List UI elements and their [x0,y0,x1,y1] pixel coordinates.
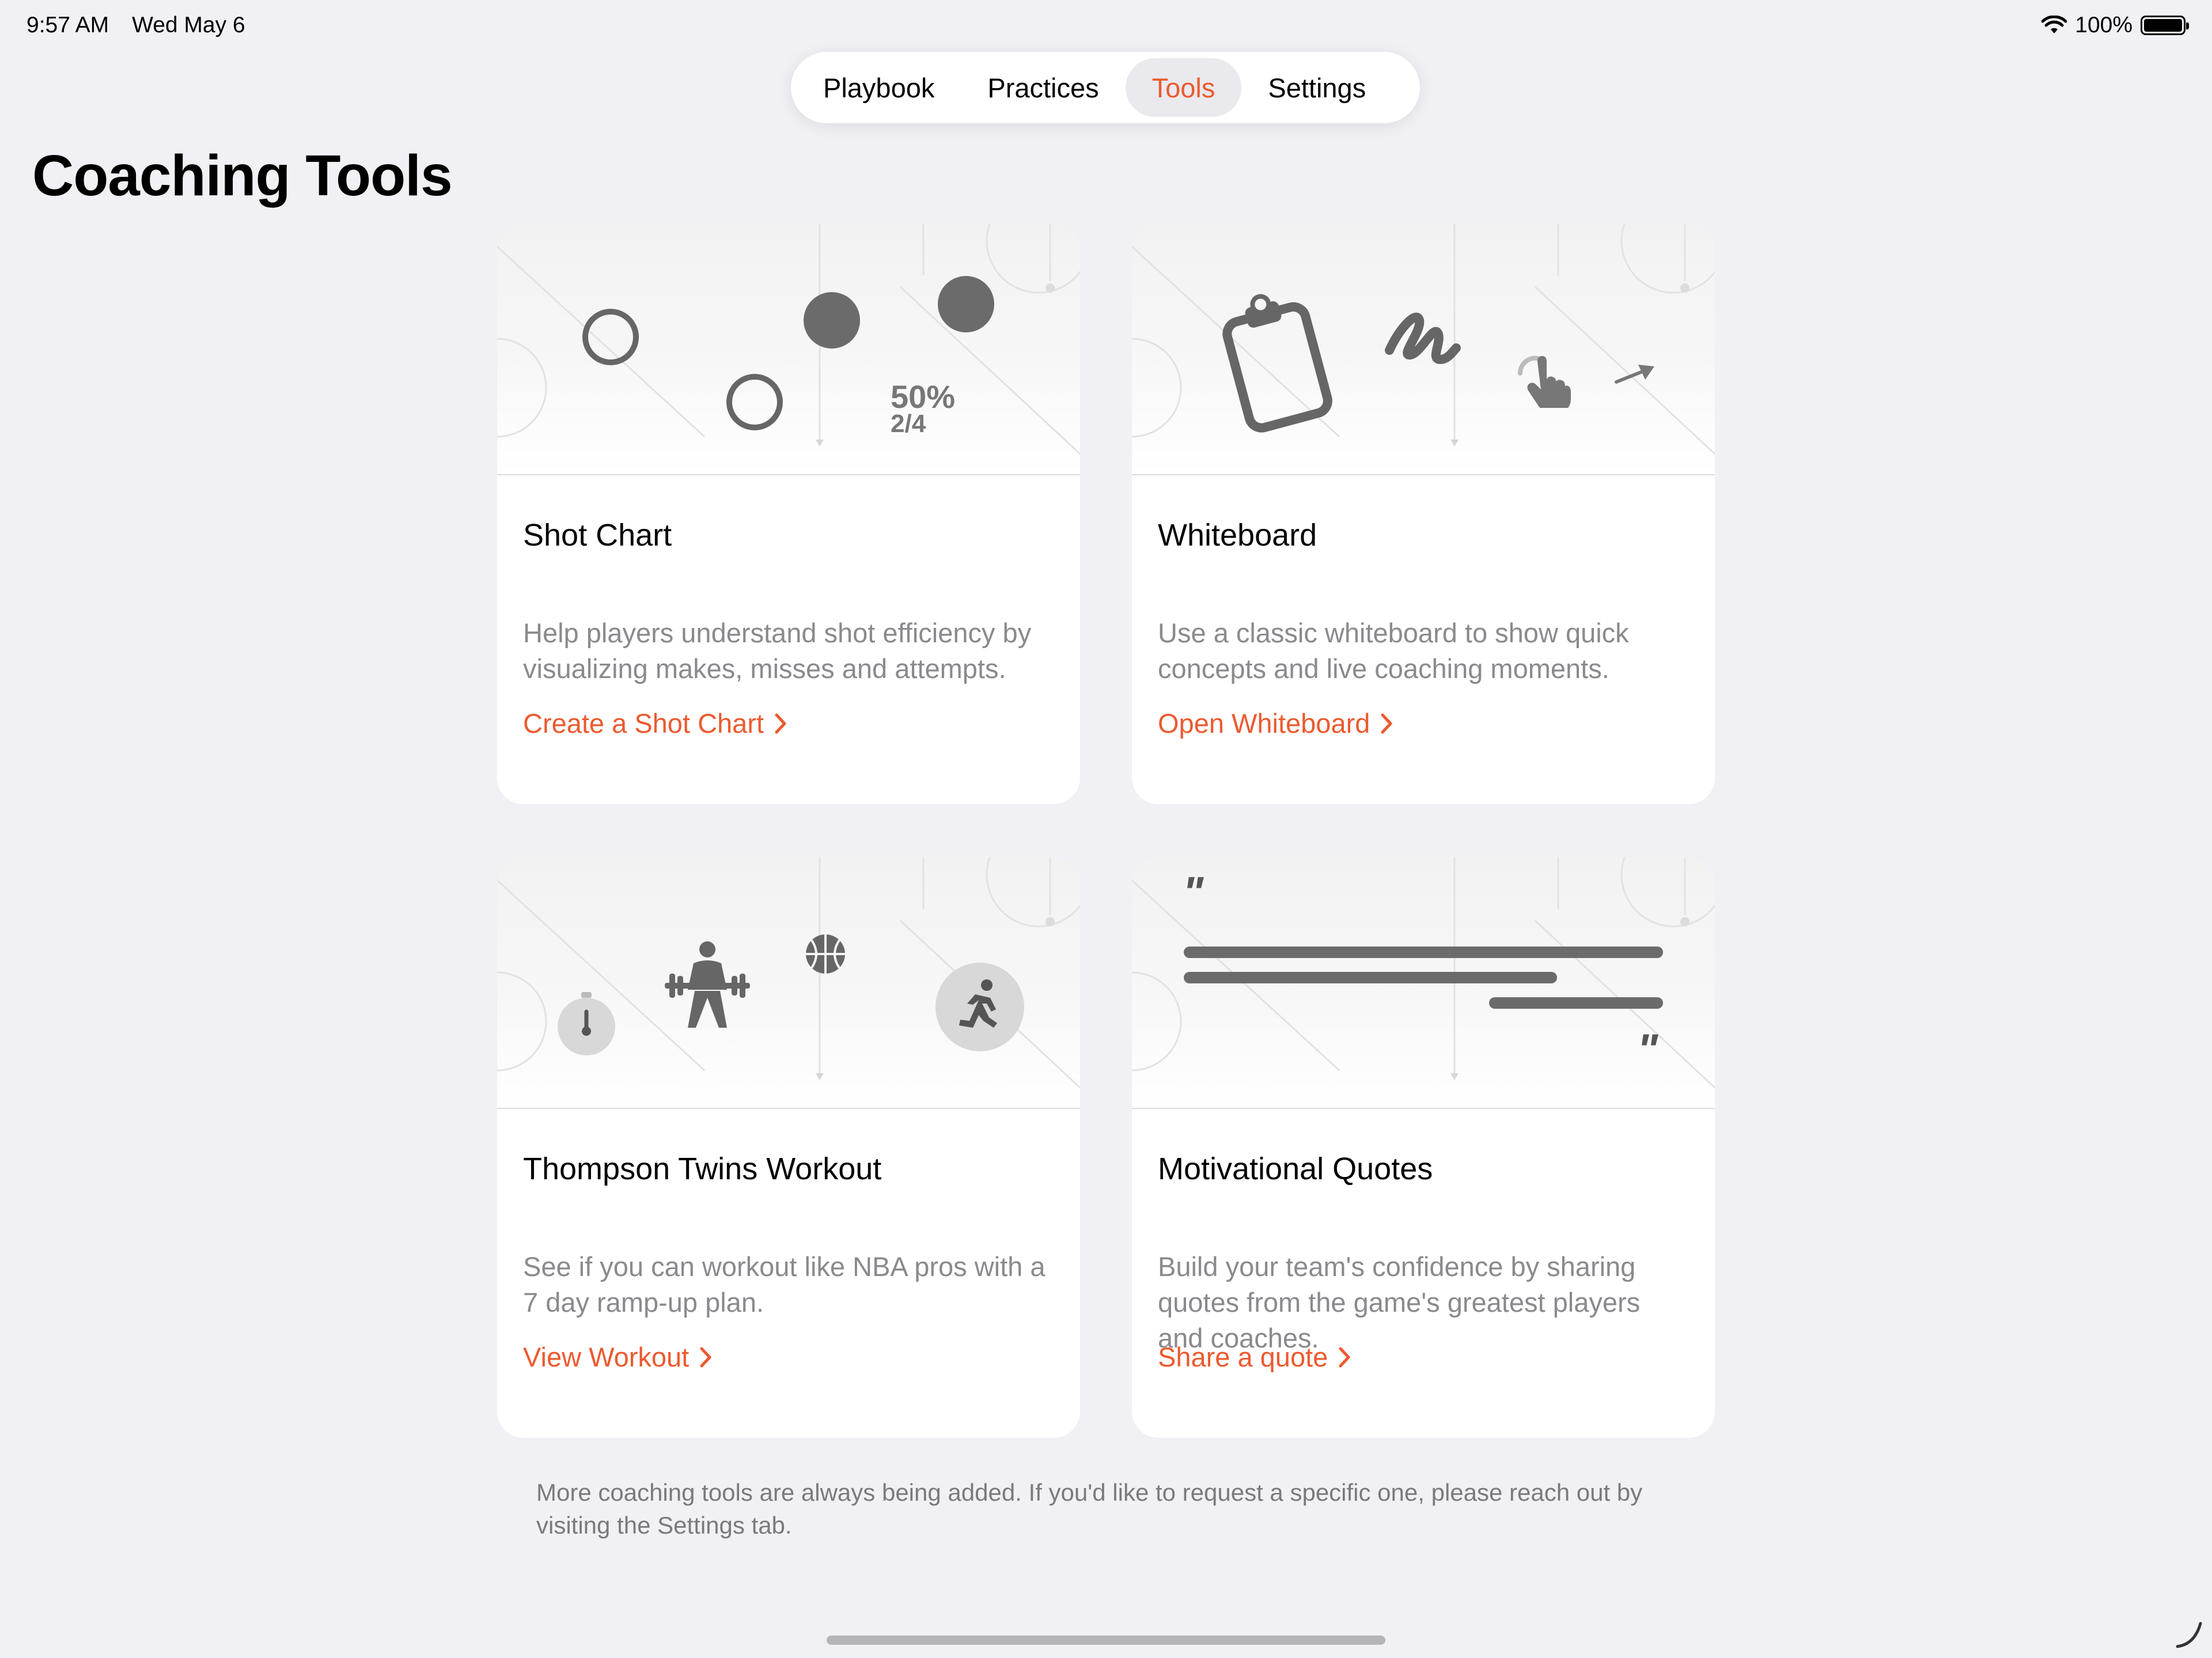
tab-bar: Playbook Practices Tools Settings [791,52,1420,123]
basketball-icon [806,934,845,974]
view-workout-link[interactable]: View Workout [523,1341,712,1373]
quote-lines-icon [1184,947,1663,1009]
chevron-right-icon [775,713,786,733]
status-date: Wed May 6 [132,13,245,37]
card-title: Whiteboard [1158,518,1317,552]
tab-tools[interactable]: Tools [1125,58,1242,117]
tab-playbook[interactable]: Playbook [797,58,961,117]
clipboard-icon [1222,294,1332,433]
card-description: Build your team's confidence by sharing … [1158,1251,1641,1353]
whiteboard-card[interactable]: Whiteboard Use a classic whiteboard to s… [1132,224,1715,804]
status-time: 9:57 AM [26,13,109,37]
card-title: Shot Chart [523,518,672,552]
battery-icon [2141,16,2189,35]
made-shot-icon [938,276,994,332]
workout-card[interactable]: Thompson Twins Workout See if you can wo… [497,857,1080,1438]
chevron-right-icon [1381,713,1392,733]
missed-shot-icon [582,309,639,365]
tab-practices[interactable]: Practices [961,58,1125,117]
arrow-icon [1615,365,1654,384]
made-shot-icon [804,292,860,349]
tap-hand-icon [1517,355,1571,408]
workout-hero [497,857,1080,1109]
battery-percent: 100% [2075,13,2133,37]
card-title: Motivational Quotes [1158,1152,1433,1186]
weightlifter-icon [665,941,750,1028]
card-description: Use a classic whiteboard to show quick c… [1158,618,1629,684]
shot-chart-hero: 50% 2/4 [497,224,1080,475]
link-label: Create a Shot Chart [523,708,764,739]
card-description: See if you can workout like NBA pros wit… [523,1251,1046,1318]
shot-chart-card[interactable]: 50% 2/4 Shot Chart Help players understa… [497,224,1080,804]
chevron-right-icon [1339,1347,1350,1367]
page-title: Coaching Tools [32,143,453,208]
tab-settings[interactable]: Settings [1241,58,1392,117]
status-left: 9:57 AM Wed May 6 [26,13,245,38]
wifi-icon [2041,16,2067,33]
create-shot-chart-link[interactable]: Create a Shot Chart [523,707,787,739]
open-whiteboard-link[interactable]: Open Whiteboard [1158,707,1393,739]
share-quote-link[interactable]: Share a quote [1158,1341,1351,1373]
open-quote-mark: " [1183,868,1204,917]
link-label: Share a quote [1158,1342,1328,1372]
card-title: Thompson Twins Workout [523,1152,882,1186]
chevron-right-icon [700,1347,711,1367]
resize-handle-icon[interactable] [2174,1620,2204,1650]
stopwatch-icon [558,992,615,1055]
footer-note: More coaching tools are always being add… [536,1479,1643,1539]
close-quote-mark: " [1637,1025,1658,1074]
shot-ratio: 2/4 [891,410,926,438]
status-right: 100% [2041,13,2189,38]
missed-shot-icon [726,374,783,430]
scribble-icon [1385,312,1461,364]
quotes-card[interactable]: " " Motivational Quotes Build your team'… [1132,857,1715,1438]
home-indicator[interactable] [827,1636,1385,1645]
quotes-hero: " " [1132,857,1715,1109]
runner-icon [935,963,1024,1051]
whiteboard-hero [1132,224,1715,475]
coaching-tools-screen: 9:57 AM Wed May 6 100% Playbook Practice… [0,0,2212,1658]
link-label: View Workout [523,1342,690,1372]
status-bar: 9:57 AM Wed May 6 100% [26,13,2189,40]
link-label: Open Whiteboard [1158,708,1370,739]
card-description: Help players understand shot efficiency … [523,618,1032,684]
